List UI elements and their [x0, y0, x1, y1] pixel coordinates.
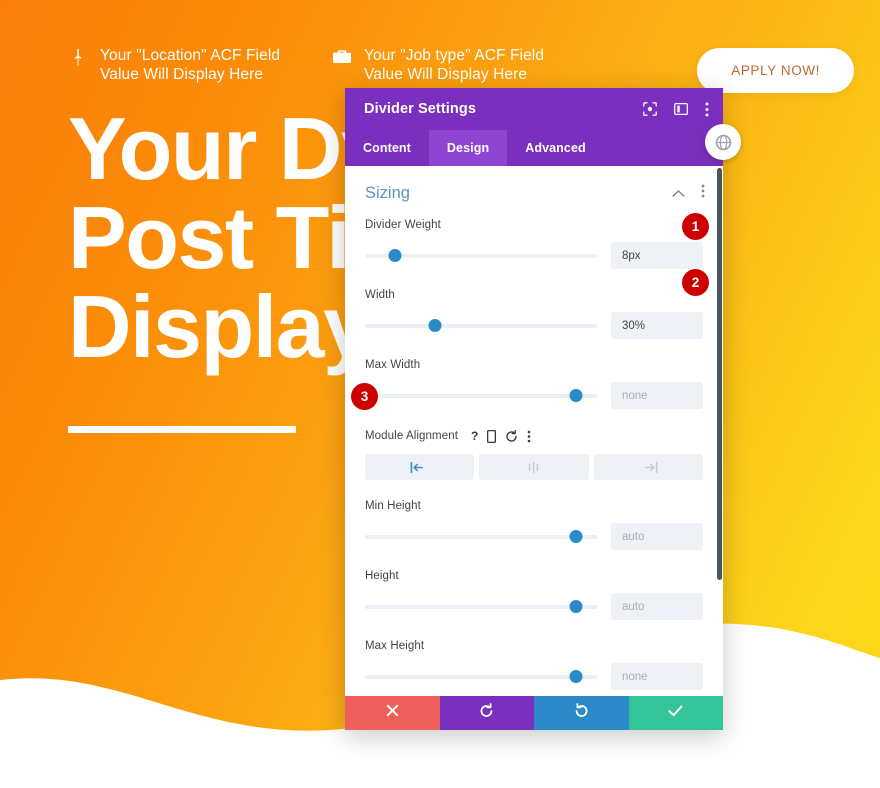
section-title: Sizing [365, 184, 410, 202]
field-row: auto [365, 593, 703, 620]
slider-thumb[interactable] [569, 530, 583, 543]
redo-button[interactable] [534, 696, 629, 730]
reset-icon[interactable] [505, 429, 518, 443]
width-input[interactable]: 30% [611, 312, 703, 339]
section-sizing: Sizing Divider Weight 8px Width 30% Max … [345, 166, 723, 696]
modal-body: Sizing Divider Weight 8px Width 30% Max … [345, 166, 723, 696]
slider-thumb[interactable] [428, 319, 442, 332]
modal-tabs: Content Design Advanced [345, 130, 723, 166]
field-label: Width [365, 289, 395, 301]
field-label-icons: ? [471, 429, 531, 443]
field-divider-weight: Divider Weight 8px [345, 215, 723, 269]
more-vertical-icon[interactable] [701, 184, 705, 203]
annotation-badge-3: 3 [351, 383, 378, 410]
min-height-input[interactable]: auto [611, 523, 703, 550]
field-row: 8px [365, 242, 703, 269]
meta-item-jobtype: Your "Job type" ACF Field Value Will Dis… [332, 46, 544, 84]
field-row: none [365, 663, 703, 690]
divider-weight-input[interactable]: 8px [611, 242, 703, 269]
min-height-slider[interactable] [365, 530, 597, 544]
close-icon [386, 704, 399, 722]
more-vertical-icon[interactable] [705, 102, 709, 117]
divider-settings-modal: Divider Settings Content Design Advanced… [345, 88, 741, 730]
field-row: 30% [365, 312, 703, 339]
field-width: Width 30% [345, 285, 723, 339]
align-right-button[interactable] [593, 454, 703, 480]
module-alignment-label: Module Alignment [365, 430, 459, 442]
module-alignment-options [345, 454, 723, 480]
vertical-scrollbar[interactable] [716, 166, 723, 696]
field-max-width: Max Width none [345, 355, 723, 409]
briefcase-icon [332, 46, 352, 64]
help-icon[interactable]: ? [471, 429, 478, 443]
field-row: auto [365, 523, 703, 550]
map-pin-icon [68, 46, 88, 66]
align-left-button[interactable] [365, 454, 475, 480]
max-height-slider[interactable] [365, 670, 597, 684]
slider-track [365, 393, 597, 398]
meta-item-location: Your "Location" ACF Field Value Will Dis… [68, 46, 280, 84]
field-label: Max Width [365, 359, 421, 371]
settings-scroll-area: Sizing Divider Weight 8px Width 30% Max … [345, 166, 723, 696]
meta-jobtype-text: Your "Job type" ACF Field Value Will Dis… [364, 47, 545, 83]
slider-track [365, 323, 597, 328]
slider-thumb[interactable] [569, 600, 583, 613]
field-label: Divider Weight [365, 219, 441, 231]
globe-reset-icon[interactable] [705, 124, 741, 160]
meta-location-text: Your "Location" ACF Field Value Will Dis… [100, 47, 281, 83]
focus-target-icon[interactable] [643, 102, 657, 116]
annotation-badge-1: 1 [682, 213, 709, 240]
slider-thumb[interactable] [388, 249, 402, 262]
divider-weight-slider[interactable] [365, 249, 597, 263]
field-max-height: Max Height none [345, 636, 723, 690]
redo-icon [574, 703, 589, 723]
slider-track [365, 604, 597, 609]
layout-panel-icon[interactable] [674, 102, 688, 116]
annotation-badge-2: 2 [682, 269, 709, 296]
height-slider[interactable] [365, 600, 597, 614]
field-label: Height [365, 570, 399, 582]
modal-footer [345, 696, 723, 730]
cancel-button[interactable] [345, 696, 440, 730]
tab-content[interactable]: Content [345, 130, 429, 166]
field-row: none [365, 382, 703, 409]
slider-track [365, 534, 597, 539]
modal-header-icons [643, 102, 709, 117]
undo-button[interactable] [439, 696, 534, 730]
slider-thumb[interactable] [569, 389, 583, 402]
height-input[interactable]: auto [611, 593, 703, 620]
field-height: Height auto [345, 566, 723, 620]
modal-header: Divider Settings [345, 88, 723, 130]
section-sizing-header[interactable]: Sizing [345, 166, 723, 215]
width-slider[interactable] [365, 319, 597, 333]
save-button[interactable] [628, 696, 723, 730]
max-width-slider[interactable] [365, 389, 597, 403]
field-min-height: Min Height auto [345, 496, 723, 550]
divider-module-preview [68, 426, 296, 433]
field-label: Module Alignment ? [365, 429, 703, 443]
field-module-alignment: Module Alignment ? [345, 425, 723, 443]
undo-icon [479, 703, 494, 723]
slider-thumb[interactable] [569, 670, 583, 683]
max-height-input[interactable]: none [611, 663, 703, 690]
more-vertical-icon[interactable] [527, 430, 531, 443]
field-label: Min Height [365, 500, 421, 512]
align-center-button[interactable] [479, 454, 589, 480]
slider-track [365, 674, 597, 679]
modal-title: Divider Settings [364, 101, 476, 117]
chevron-up-icon[interactable] [672, 185, 685, 203]
mobile-icon[interactable] [487, 429, 497, 443]
field-label: Max Height [365, 640, 425, 652]
tab-advanced[interactable]: Advanced [507, 130, 604, 166]
max-width-input[interactable]: none [611, 382, 703, 409]
scrollbar-thumb[interactable] [717, 168, 722, 580]
check-icon [668, 704, 683, 722]
apply-now-button[interactable]: APPLY NOW! [697, 48, 854, 93]
tab-design[interactable]: Design [428, 130, 508, 166]
